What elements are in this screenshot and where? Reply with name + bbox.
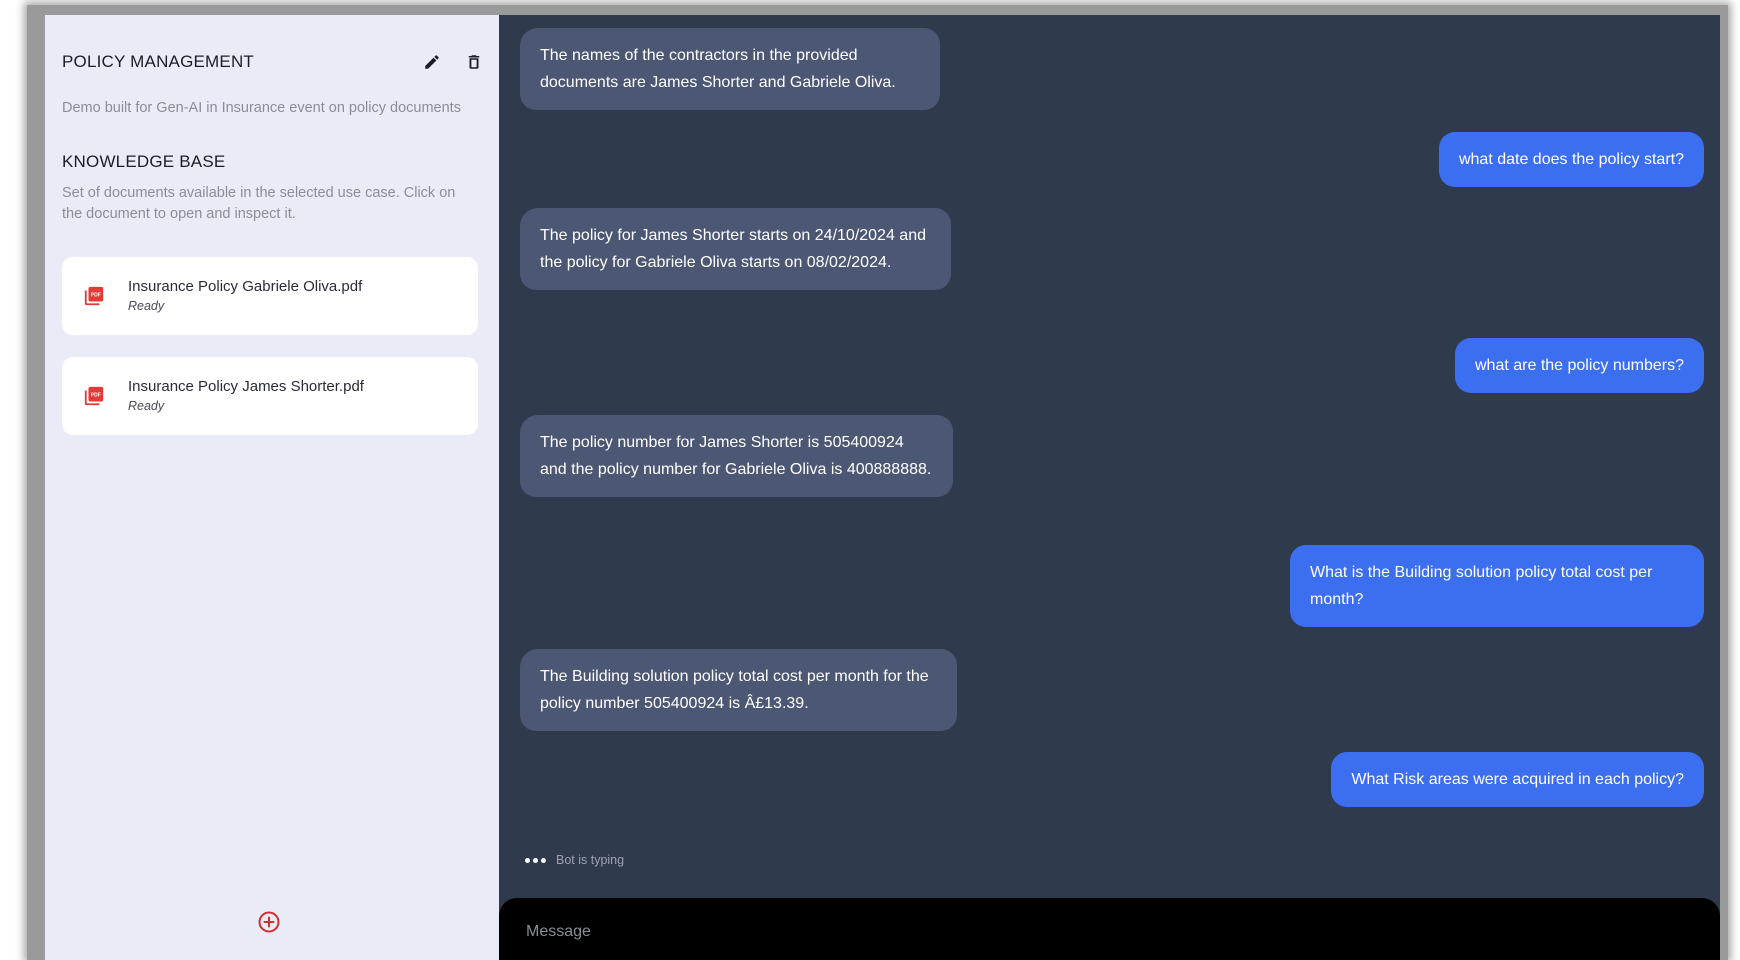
bot-message: The policy for James Shorter starts on 2… xyxy=(520,208,951,290)
message-input[interactable] xyxy=(524,916,1678,948)
pdf-icon: PDF xyxy=(83,285,105,312)
bot-message: The names of the contractors in the prov… xyxy=(520,28,940,110)
user-message: What is the Building solution policy tot… xyxy=(1290,545,1704,627)
add-circle-icon[interactable] xyxy=(257,910,281,939)
use-case-description: Demo built for Gen-AI in Insurance event… xyxy=(62,100,461,116)
bot-message: The policy number for James Shorter is 5… xyxy=(520,415,953,497)
pencil-icon[interactable] xyxy=(421,51,443,73)
chat-panel: The names of the contractors in the prov… xyxy=(499,15,1720,960)
document-status: Ready xyxy=(128,399,165,413)
knowledge-base-title: KNOWLEDGE BASE xyxy=(62,152,226,171)
typing-label: Bot is typing xyxy=(556,853,625,867)
sidebar-actions xyxy=(421,51,485,73)
svg-text:PDF: PDF xyxy=(91,292,101,298)
user-message: what are the policy numbers? xyxy=(1455,338,1704,393)
document-card[interactable]: PDF Insurance Policy Gabriele Oliva.pdf … xyxy=(62,257,478,335)
knowledge-base-description: Set of documents available in the select… xyxy=(62,185,456,222)
app-window: POLICY MANAGEMENT Demo built for Gen-AI … xyxy=(45,15,1720,960)
pdf-icon: PDF xyxy=(83,385,105,412)
use-case-title: POLICY MANAGEMENT xyxy=(62,52,255,71)
bot-message: The Building solution policy total cost … xyxy=(520,649,957,731)
document-status: Ready xyxy=(128,299,165,313)
user-message: What Risk areas were acquired in each po… xyxy=(1331,752,1704,807)
document-name: Insurance Policy Gabriele Oliva.pdf xyxy=(128,278,363,295)
typing-dots-icon xyxy=(525,857,546,863)
sidebar: POLICY MANAGEMENT Demo built for Gen-AI … xyxy=(45,15,499,960)
svg-text:PDF: PDF xyxy=(91,392,101,398)
message-composer xyxy=(499,898,1720,960)
typing-indicator: Bot is typing xyxy=(525,853,624,867)
document-name: Insurance Policy James Shorter.pdf xyxy=(128,378,364,395)
trash-icon[interactable] xyxy=(463,51,485,73)
user-message: what date does the policy start? xyxy=(1438,132,1704,187)
document-card[interactable]: PDF Insurance Policy James Shorter.pdf R… xyxy=(62,357,478,435)
sidebar-header: POLICY MANAGEMENT xyxy=(62,47,485,77)
